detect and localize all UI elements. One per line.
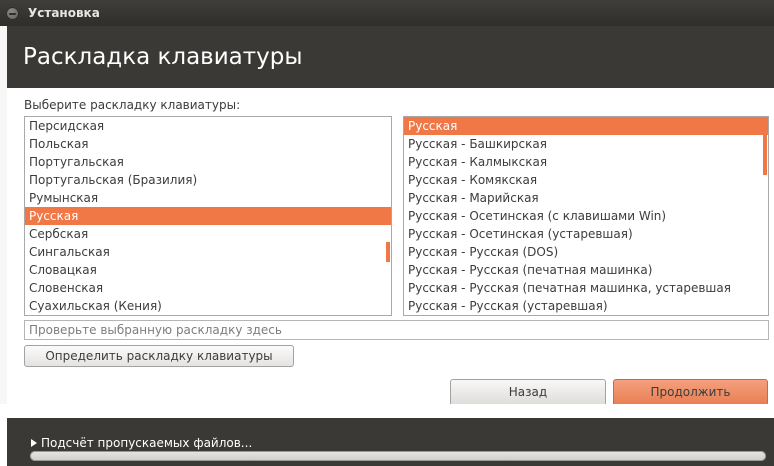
layout-prompt-label: Выберите раскладку клавиатуры: xyxy=(24,98,241,112)
window-title: Установка xyxy=(28,6,100,20)
layout-list-item[interactable]: Персидская xyxy=(25,117,391,135)
variant-list-item[interactable]: Русская - Русская (печатная машинка) xyxy=(404,261,768,279)
progress-status-text: Подсчёт пропускаемых файлов... xyxy=(41,436,253,450)
variant-list-item[interactable]: Русская - Русская (DOS) xyxy=(404,243,768,261)
window-titlebar: Установка xyxy=(0,0,774,26)
layout-list-item[interactable]: Польская xyxy=(25,135,391,153)
back-button[interactable]: Назад xyxy=(450,379,606,406)
progress-expander[interactable]: Подсчёт пропускаемых файлов... xyxy=(31,436,252,450)
keyboard-layout-list[interactable]: Персидская Польская Португальская Португаль… xyxy=(24,116,392,316)
variant-list-item[interactable]: Русская - Калмыкская xyxy=(404,153,768,171)
keyboard-variant-list[interactable]: Русская Русская - Башкирская Русская - Кал… xyxy=(403,116,769,316)
layout-test-input[interactable] xyxy=(24,320,769,340)
variant-list-item[interactable]: Русская - Осетинская (устаревшая) xyxy=(404,225,768,243)
layout-list-item[interactable]: Суахильская (Кения) xyxy=(25,297,391,315)
variant-list-item[interactable]: Русская - Осетинская (с клавишами Win) xyxy=(404,207,768,225)
expander-arrow-icon xyxy=(31,439,37,447)
page-header: Раскладка клавиатуры xyxy=(7,26,774,88)
layout-list-item[interactable]: Португальская xyxy=(25,153,391,171)
variant-list-item[interactable]: Русская - Башкирская xyxy=(404,135,768,153)
layout-list-item[interactable]: Словацкая xyxy=(25,261,391,279)
layout-list-item[interactable]: Сербская xyxy=(25,225,391,243)
layout-list-item[interactable]: Румынская xyxy=(25,189,391,207)
layout-list-item[interactable]: Португальская (Бразилия) xyxy=(25,171,391,189)
continue-button[interactable]: Продолжить xyxy=(613,379,768,406)
progress-bar xyxy=(30,451,766,461)
variant-list-item[interactable]: Русская - Комякская xyxy=(404,171,768,189)
layout-list-item[interactable]: Словенская xyxy=(25,279,391,297)
layout-list-item[interactable]: Сингальская xyxy=(25,243,391,261)
variant-list-item[interactable]: Русская - Русская (печатная машинка, уст… xyxy=(404,279,768,297)
variant-list-item[interactable]: Русская - Марийская xyxy=(404,189,768,207)
layout-list-item[interactable]: Русская xyxy=(25,207,391,225)
detect-layout-button[interactable]: Определить раскладку клавиатуры xyxy=(24,345,294,367)
close-icon[interactable] xyxy=(6,7,19,20)
layout-list-scrollbar[interactable] xyxy=(386,242,390,262)
variant-list-scrollbar[interactable] xyxy=(763,117,767,175)
variant-list-item[interactable]: Русская xyxy=(404,117,768,135)
variant-list-item[interactable]: Русская - Русская (устаревшая) xyxy=(404,297,768,315)
window-edge xyxy=(0,26,7,404)
page-title: Раскладка клавиатуры xyxy=(23,44,303,70)
